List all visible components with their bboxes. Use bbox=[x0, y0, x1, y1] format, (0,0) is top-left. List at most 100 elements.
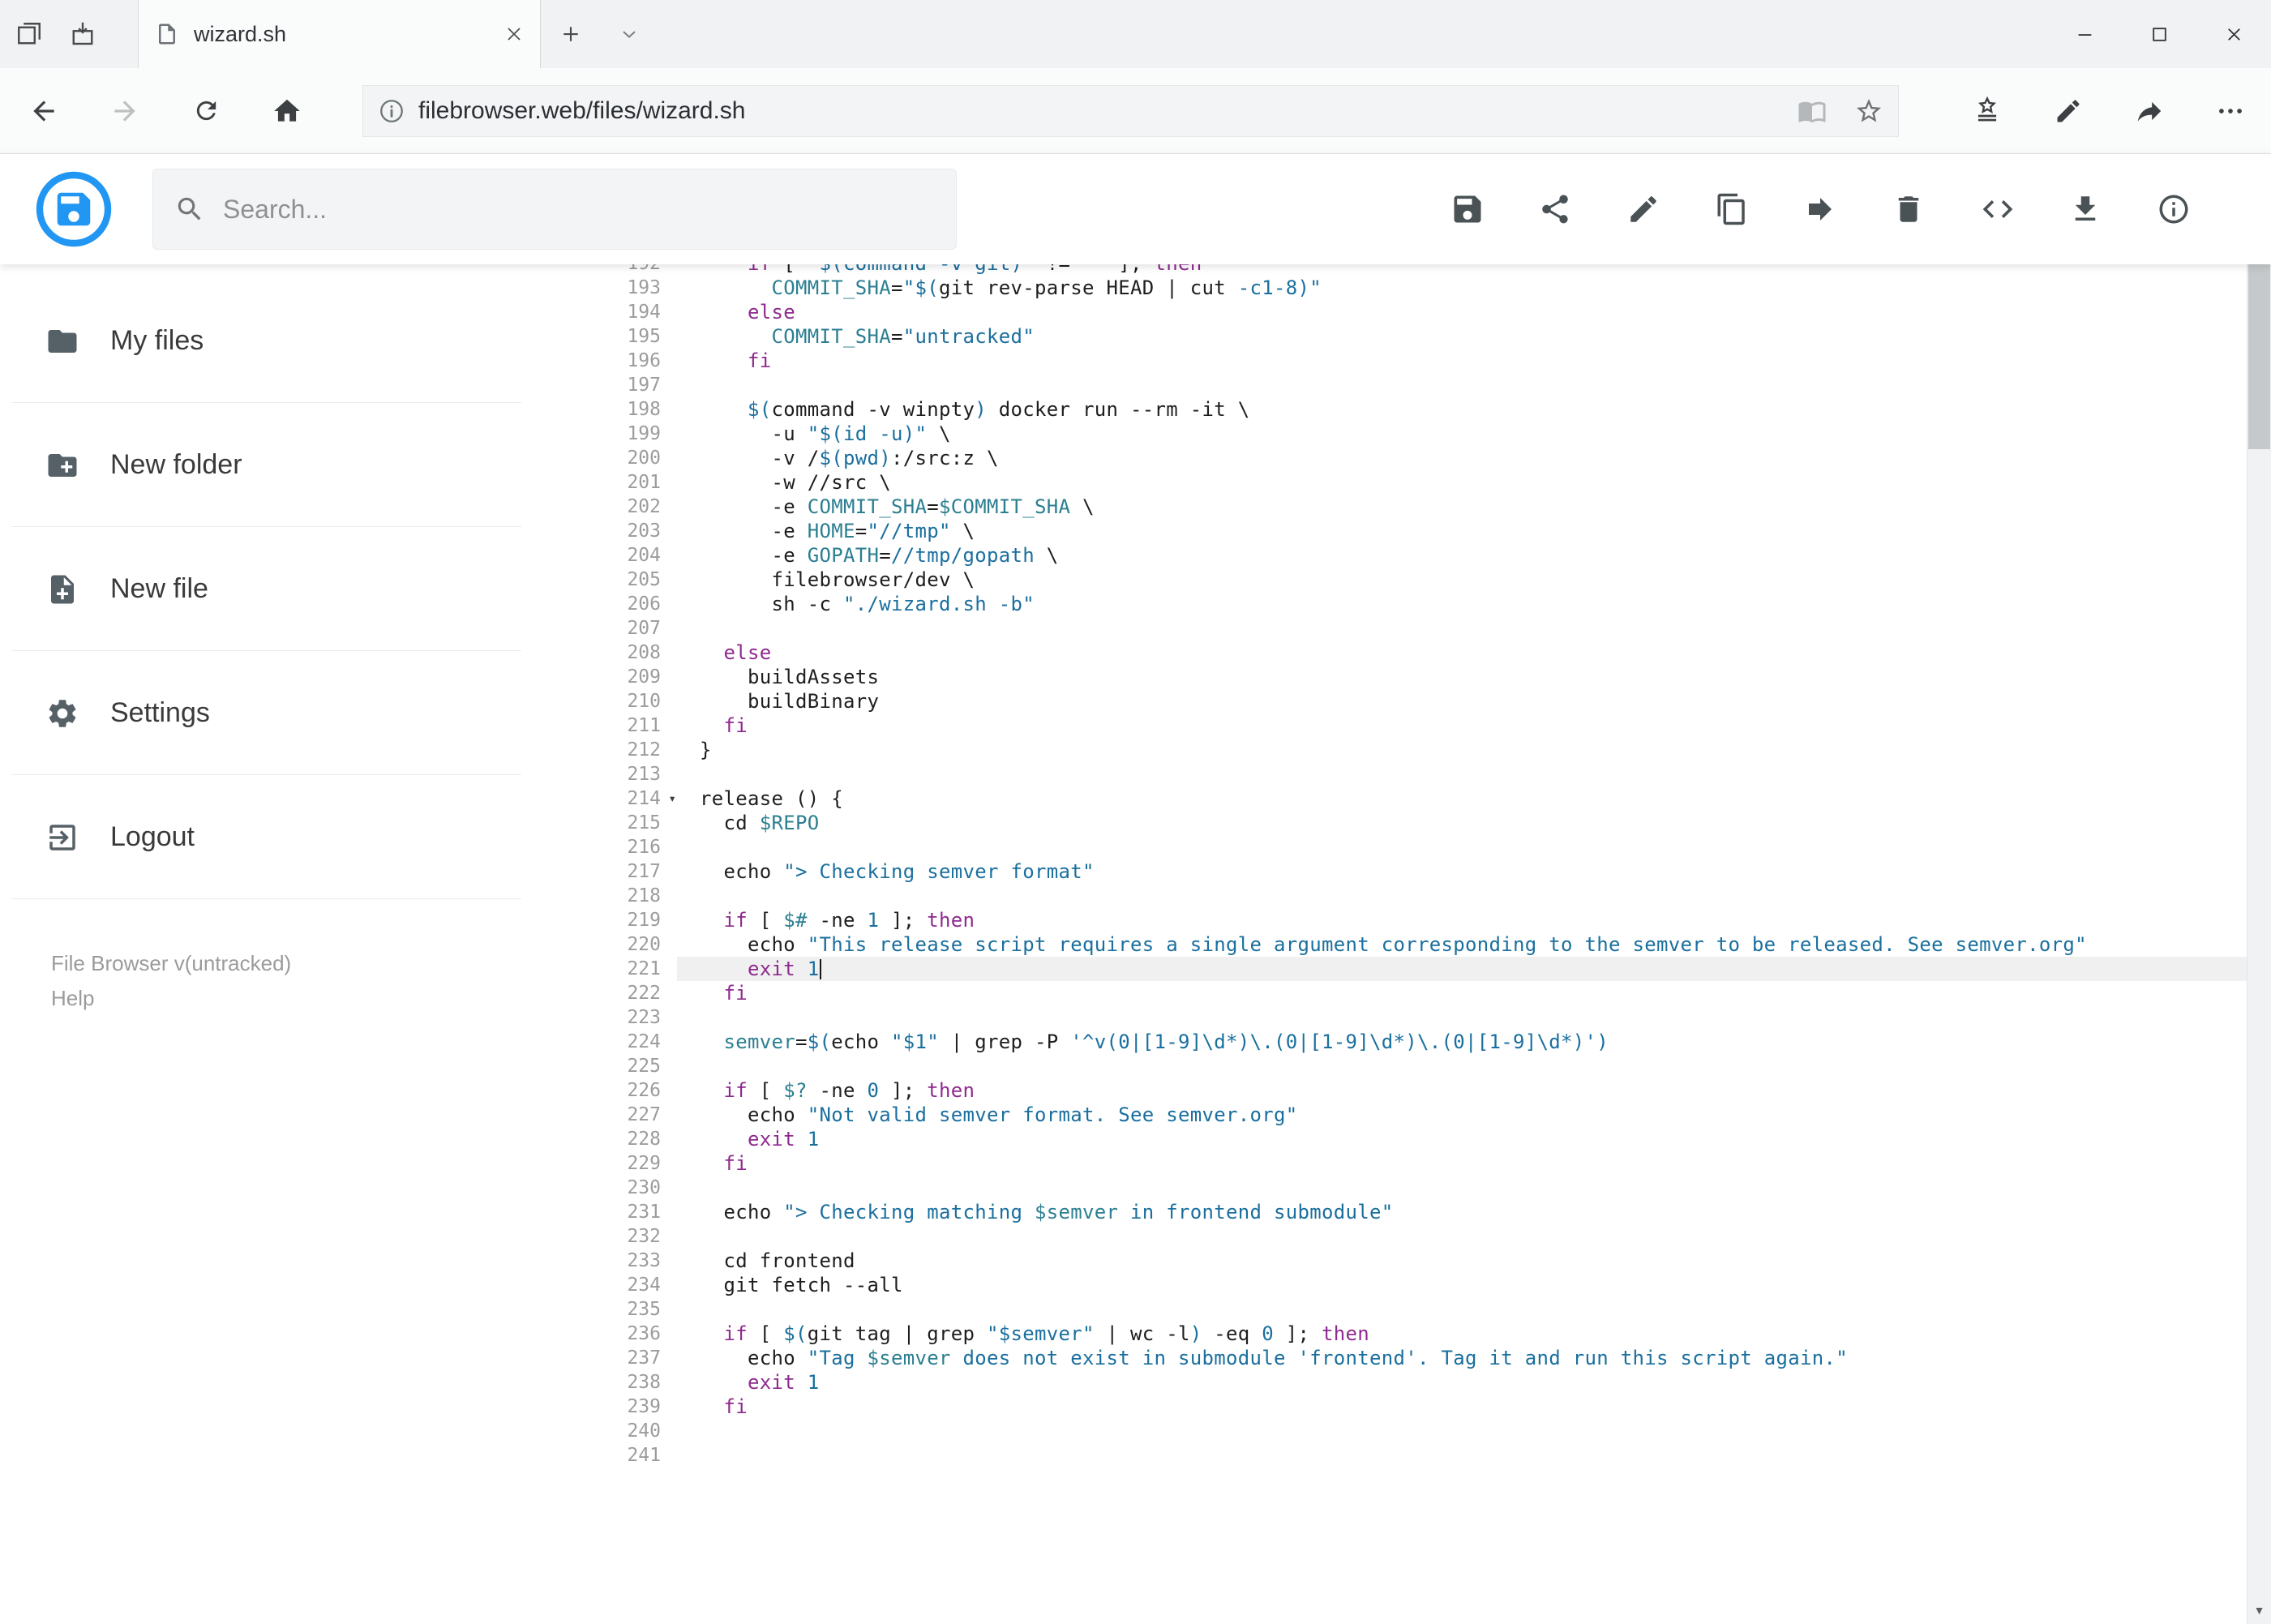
page-scrollbar[interactable]: ▲ ▼ bbox=[2247, 154, 2271, 1624]
code-view-button[interactable] bbox=[1980, 191, 2016, 227]
code-line[interactable]: 219 if [ $# -ne 1 ]; then bbox=[521, 908, 2247, 932]
search-bar[interactable] bbox=[152, 169, 957, 250]
back-button[interactable] bbox=[3, 68, 84, 153]
save-button[interactable] bbox=[1450, 191, 1485, 227]
help-link[interactable]: Help bbox=[51, 986, 94, 1011]
code-line[interactable]: 222 fi bbox=[521, 981, 2247, 1005]
code-line[interactable]: 237 echo "Tag $semver does not exist in … bbox=[521, 1346, 2247, 1370]
code-line[interactable]: 224 semver=$(echo "$1" | grep -P '^v(0|[… bbox=[521, 1030, 2247, 1054]
code-line[interactable]: 236 if [ $(git tag | grep "$semver" | wc… bbox=[521, 1322, 2247, 1346]
rename-button[interactable] bbox=[1626, 191, 1662, 227]
code-line[interactable]: 216 bbox=[521, 835, 2247, 859]
code-line[interactable]: 229 fi bbox=[521, 1151, 2247, 1176]
fold-caret-icon[interactable]: ▾ bbox=[668, 786, 676, 811]
code-line[interactable]: 192 if [ "$(command -v git)" != "" ]; th… bbox=[521, 264, 2247, 276]
code-line[interactable]: 199 -u "$(id -u)" \ bbox=[521, 422, 2247, 446]
code-line[interactable]: 194 else bbox=[521, 300, 2247, 324]
code-line[interactable]: 198 $(command -v winpty) docker run --rm… bbox=[521, 397, 2247, 422]
code-line[interactable]: 232 bbox=[521, 1224, 2247, 1249]
share-page-button[interactable] bbox=[2109, 68, 2190, 153]
copy-button[interactable] bbox=[1715, 191, 1750, 227]
code-line[interactable]: 195 COMMIT_SHA="untracked" bbox=[521, 324, 2247, 349]
code-line[interactable]: 227 echo "Not valid semver format. See s… bbox=[521, 1103, 2247, 1127]
code-line[interactable]: 235 bbox=[521, 1297, 2247, 1322]
code-line[interactable]: 217 echo "> Checking semver format" bbox=[521, 859, 2247, 884]
move-button[interactable] bbox=[1803, 191, 1839, 227]
hub-favorites-button[interactable] bbox=[1947, 68, 2028, 153]
url-text: filebrowser.web/files/wizard.sh bbox=[418, 96, 746, 124]
sidebar-item-logout[interactable]: Logout bbox=[0, 775, 521, 899]
code-line[interactable]: 221 exit 1 bbox=[521, 957, 2247, 981]
code-line[interactable]: 210 buildBinary bbox=[521, 689, 2247, 713]
forward-button[interactable] bbox=[84, 68, 165, 153]
code-line[interactable]: 201 -w //src \ bbox=[521, 470, 2247, 495]
web-note-pen-button[interactable] bbox=[2028, 68, 2109, 153]
line-number: 193 bbox=[627, 277, 661, 298]
tabs-you-set-aside-icon[interactable] bbox=[68, 19, 97, 49]
code-line[interactable]: 212} bbox=[521, 738, 2247, 762]
code-line[interactable]: 193 COMMIT_SHA="$(git rev-parse HEAD | c… bbox=[521, 276, 2247, 300]
minimize-button[interactable] bbox=[2047, 0, 2122, 68]
sidebar-item-new-folder[interactable]: New folder bbox=[0, 403, 521, 527]
code-line[interactable]: 233 cd frontend bbox=[521, 1249, 2247, 1273]
code-line[interactable]: 239 fi bbox=[521, 1395, 2247, 1419]
code-line[interactable]: 215 cd $REPO bbox=[521, 811, 2247, 835]
code-editor[interactable]: 192 if [ "$(command -v git)" != "" ]; th… bbox=[521, 264, 2247, 1624]
code-line[interactable]: 204 -e GOPATH=//tmp/gopath \ bbox=[521, 543, 2247, 568]
code-line[interactable]: 213 bbox=[521, 762, 2247, 786]
maximize-button[interactable] bbox=[2122, 0, 2196, 68]
code-line[interactable]: 197 bbox=[521, 373, 2247, 397]
code-line[interactable]: 231 echo "> Checking matching $semver in… bbox=[521, 1200, 2247, 1224]
reading-view-icon[interactable] bbox=[1798, 96, 1827, 126]
code-line[interactable]: 241 bbox=[521, 1443, 2247, 1468]
home-button[interactable] bbox=[246, 68, 328, 153]
sidebar-footer: File Browser v(untracked) Help bbox=[0, 951, 521, 1011]
tab-close-icon[interactable] bbox=[504, 24, 524, 44]
app-logo[interactable] bbox=[35, 170, 113, 248]
sidebar-item-new-file[interactable]: New file bbox=[0, 527, 521, 651]
window-close-button[interactable] bbox=[2196, 0, 2271, 68]
refresh-button[interactable] bbox=[165, 68, 246, 153]
more-menu-button[interactable] bbox=[2190, 68, 2271, 153]
code-line[interactable]: 225 bbox=[521, 1054, 2247, 1078]
code-line[interactable]: 202 -e COMMIT_SHA=$COMMIT_SHA \ bbox=[521, 495, 2247, 519]
tab-preview-chevron-icon[interactable] bbox=[601, 0, 658, 68]
code-line[interactable]: 200 -v /$(pwd):/src:z \ bbox=[521, 446, 2247, 470]
share-file-button[interactable] bbox=[1538, 191, 1574, 227]
code-line[interactable]: 234 git fetch --all bbox=[521, 1273, 2247, 1297]
info-button[interactable] bbox=[2157, 191, 2192, 227]
code-line[interactable]: 211 fi bbox=[521, 713, 2247, 738]
delete-button[interactable] bbox=[1892, 191, 1927, 227]
code-line[interactable]: 230 bbox=[521, 1176, 2247, 1200]
code-line[interactable]: 214 ▾ release () { bbox=[521, 786, 2247, 811]
code-line[interactable]: 238 exit 1 bbox=[521, 1370, 2247, 1395]
code-line[interactable]: 220 echo "This release script requires a… bbox=[521, 932, 2247, 957]
line-number: 209 bbox=[627, 666, 661, 688]
line-number: 240 bbox=[627, 1420, 661, 1442]
code-line[interactable]: 205 filebrowser/dev \ bbox=[521, 568, 2247, 592]
code-line[interactable]: 226 if [ $? -ne 0 ]; then bbox=[521, 1078, 2247, 1103]
sidebar-item-my-files[interactable]: My files bbox=[0, 279, 521, 403]
sidebar-item-settings[interactable]: Settings bbox=[0, 651, 521, 775]
code-line[interactable]: 203 -e HOME="//tmp" \ bbox=[521, 519, 2247, 543]
address-bar[interactable]: filebrowser.web/files/wizard.sh bbox=[362, 84, 1899, 137]
code-line[interactable]: 228 exit 1 bbox=[521, 1127, 2247, 1151]
search-input[interactable] bbox=[223, 194, 935, 225]
code-line[interactable]: 196 fi bbox=[521, 349, 2247, 373]
code-line[interactable]: 218 bbox=[521, 884, 2247, 908]
site-info-icon[interactable] bbox=[378, 97, 405, 125]
code-line[interactable]: 207 bbox=[521, 616, 2247, 641]
code-line[interactable]: 223 bbox=[521, 1005, 2247, 1030]
code-line[interactable]: 209 buildAssets bbox=[521, 665, 2247, 689]
code-line[interactable]: 208 else bbox=[521, 641, 2247, 665]
code-line[interactable]: 240 bbox=[521, 1419, 2247, 1443]
favorite-star-icon[interactable] bbox=[1854, 96, 1883, 126]
code-line[interactable]: 206 sh -c "./wizard.sh -b" bbox=[521, 592, 2247, 616]
download-button[interactable] bbox=[2068, 191, 2104, 227]
set-tabs-aside-icon[interactable] bbox=[15, 19, 44, 49]
browser-tab[interactable]: wizard.sh bbox=[138, 0, 541, 68]
new-tab-button[interactable] bbox=[541, 0, 601, 68]
line-number: 233 bbox=[627, 1250, 661, 1271]
scroll-down-icon[interactable]: ▼ bbox=[2247, 1596, 2271, 1624]
line-number: 211 bbox=[627, 715, 661, 736]
